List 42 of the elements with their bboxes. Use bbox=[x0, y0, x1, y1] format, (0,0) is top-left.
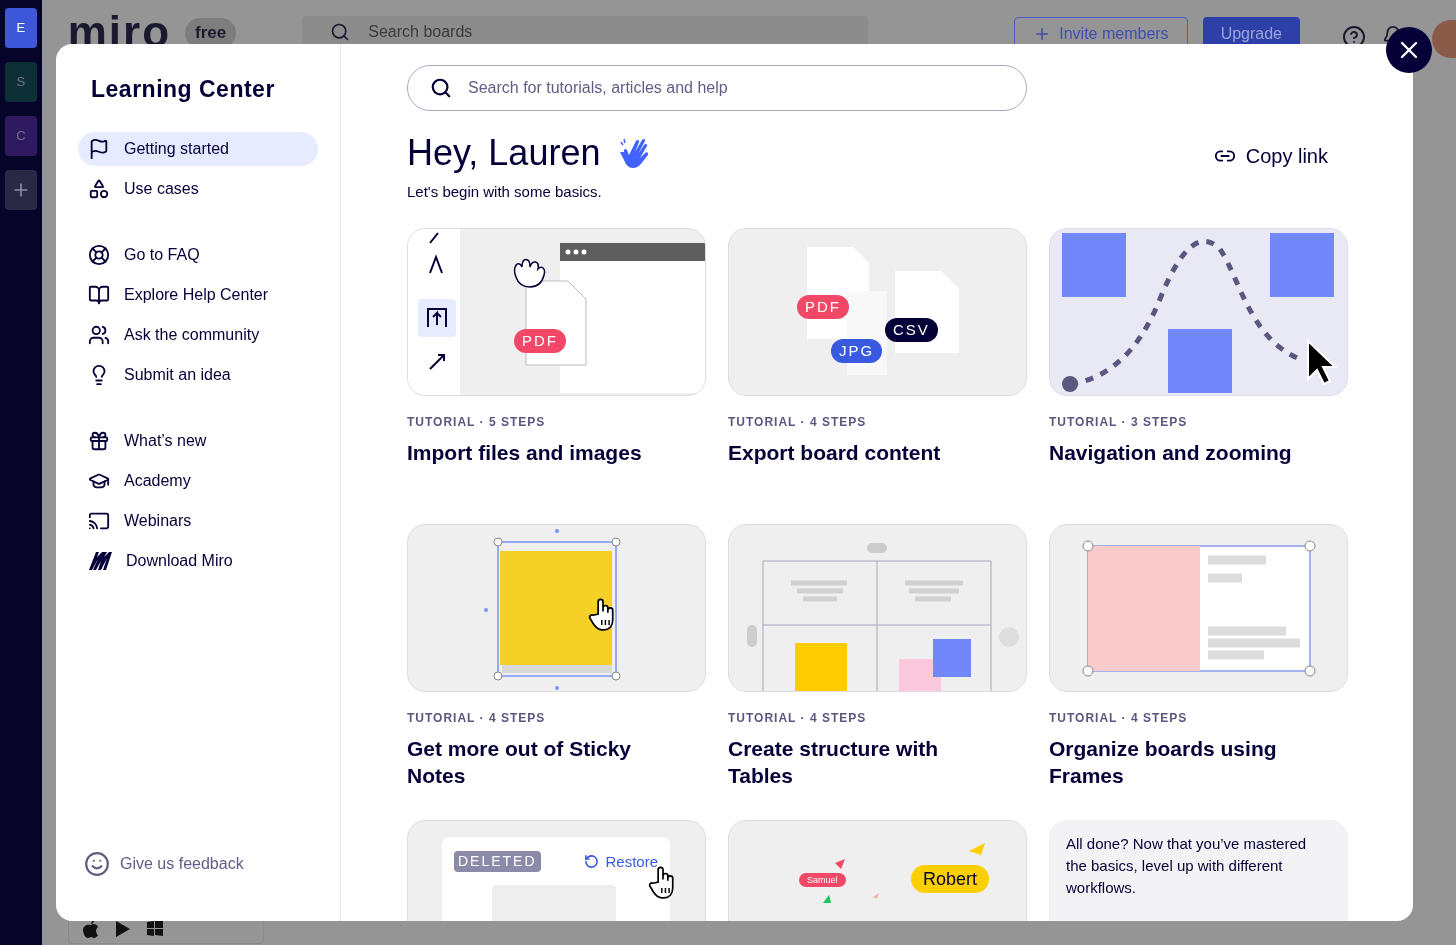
workspace-button[interactable]: E bbox=[4, 8, 37, 48]
file-type-tag: PDF bbox=[797, 294, 849, 319]
tutorial-title: Organize boards using Frames bbox=[1049, 735, 1278, 789]
tutorial-meta: TUTORIAL · 4 STEPS bbox=[407, 709, 547, 727]
subtitle: Let's begin with some basics. bbox=[407, 182, 603, 202]
tutorial-card[interactable]: TUTORIAL · 4 STEPS Organize boards using Frames bbox=[1049, 523, 1348, 798]
tutorial-card[interactable]: TUTORIAL · 4 STEPS Get more out of Sticky Notes bbox=[407, 523, 706, 798]
sidebar-item[interactable]: Webinars bbox=[78, 503, 318, 538]
tutorial-title: Export board content bbox=[728, 439, 942, 466]
sidebar-item[interactable]: Use cases bbox=[78, 171, 318, 206]
tutorial-title: Create structure with Tables bbox=[728, 735, 940, 789]
cursor-name-tag: Samuel bbox=[799, 872, 846, 887]
file-type-tag: PDF bbox=[514, 328, 566, 353]
tutorial-meta: TUTORIAL · 4 STEPS bbox=[728, 709, 868, 727]
tutorial-meta: TUTORIAL · 3 STEPS bbox=[1049, 413, 1189, 431]
sidebar-item[interactable]: Explore Help Center bbox=[78, 277, 318, 312]
tutorial-meta: TUTORIAL · 5 STEPS bbox=[407, 413, 547, 431]
sidebar-title: Learning Center bbox=[91, 75, 276, 104]
sidebar-item[interactable]: Ask the community bbox=[78, 317, 318, 352]
tutorial-title: Get more out of Sticky Notes bbox=[407, 735, 633, 789]
tutorial-meta: TUTORIAL · 4 STEPS bbox=[728, 413, 868, 431]
restore-link[interactable]: Restore bbox=[584, 850, 658, 873]
tutorial-card[interactable]: TUTORIAL · 4 STEPS Create structure with Tables bbox=[728, 523, 1027, 798]
sidebar-item[interactable]: Download Miro bbox=[78, 543, 318, 578]
sidebar-item[interactable]: Getting started bbox=[78, 131, 318, 166]
copy-link-button[interactable]: Copy link bbox=[1213, 141, 1328, 171]
sidebar-item[interactable]: What’s new bbox=[78, 423, 318, 458]
tutorial-card[interactable]: PDF CSV JPG TUTORIAL · 4 STEPS Export board content bbox=[728, 227, 1027, 502]
sidebar-item[interactable]: Submit an idea bbox=[78, 357, 318, 392]
file-type-tag: CSV bbox=[885, 317, 938, 342]
cursor-name-tag: Robert bbox=[911, 864, 990, 893]
greeting: Hey, Lauren bbox=[407, 131, 601, 175]
sidebar-item[interactable]: Academy bbox=[78, 463, 318, 498]
deleted-badge: DELETED bbox=[454, 851, 541, 873]
feedback-button[interactable]: Give us feedback bbox=[84, 851, 318, 877]
tutorial-meta: TUTORIAL · 4 STEPS bbox=[1049, 709, 1189, 727]
tutorial-card[interactable]: PDF TUTORIAL · 5 STEPS Import files and images bbox=[407, 227, 706, 502]
tutorial-card[interactable]: TUTORIAL · 3 STEPS Navigation and zooming bbox=[1049, 227, 1348, 502]
note-text: All done? Now that you’ve mastered the basics, level up with different workflows. bbox=[1066, 833, 1308, 898]
tutorial-title: Import files and images bbox=[407, 439, 643, 466]
sidebar-item[interactable]: Go to FAQ bbox=[78, 237, 318, 272]
tutorial-title: Navigation and zooming bbox=[1049, 439, 1293, 466]
